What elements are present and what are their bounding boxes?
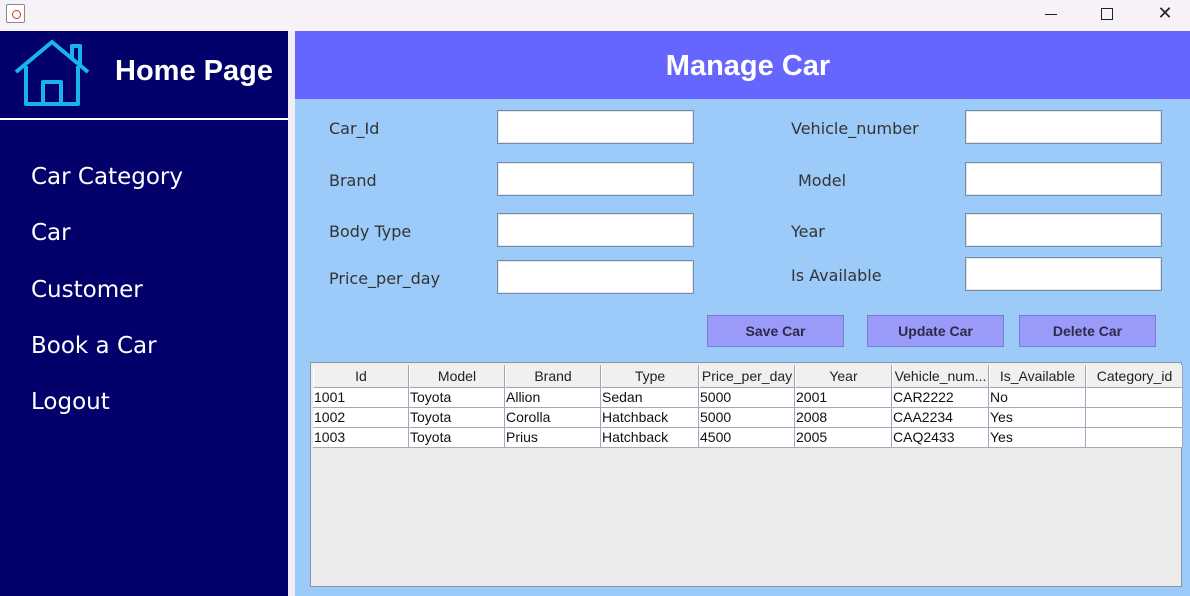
table-cell[interactable]: Toyota bbox=[409, 388, 505, 408]
home-icon[interactable] bbox=[12, 36, 92, 108]
table-row[interactable]: 1002 Toyota Corolla Hatchback 5000 2008 CAA223… bbox=[313, 408, 1183, 428]
table-cell[interactable]: Yes bbox=[989, 428, 1086, 448]
table-cell[interactable]: 2005 bbox=[795, 428, 892, 448]
window-titlebar: ✕ bbox=[0, 0, 1190, 31]
body-type-label: Body Type bbox=[329, 222, 412, 241]
maximize-icon bbox=[1101, 8, 1113, 20]
column-header[interactable]: Year bbox=[795, 365, 892, 388]
table-cell[interactable]: Toyota bbox=[409, 428, 505, 448]
table-cell[interactable]: Yes bbox=[989, 408, 1086, 428]
table-cell[interactable]: 2008 bbox=[795, 408, 892, 428]
table-cell[interactable]: Hatchback bbox=[601, 428, 699, 448]
column-header[interactable]: Category_id bbox=[1086, 365, 1183, 388]
is-available-label: Is Available bbox=[791, 266, 882, 285]
is-available-input[interactable] bbox=[965, 257, 1162, 291]
close-button[interactable]: ✕ bbox=[1142, 0, 1188, 28]
delete-car-button[interactable]: Delete Car bbox=[1019, 315, 1156, 347]
brand-label: Brand bbox=[329, 171, 377, 190]
table-cell[interactable]: 1001 bbox=[313, 388, 409, 408]
sidebar-item-car[interactable]: Car bbox=[31, 220, 71, 246]
car-id-input[interactable] bbox=[497, 110, 694, 144]
column-header[interactable]: Id bbox=[313, 365, 409, 388]
column-header[interactable]: Type bbox=[601, 365, 699, 388]
model-label: Model bbox=[798, 171, 847, 190]
update-car-button[interactable]: Update Car bbox=[867, 315, 1004, 347]
table-cell[interactable]: Corolla bbox=[505, 408, 601, 428]
vehicle-number-label: Vehicle_number bbox=[791, 119, 919, 138]
year-input[interactable] bbox=[965, 213, 1162, 247]
sidebar: Home Page Car Category Car Customer Book… bbox=[0, 31, 288, 596]
minimize-button[interactable] bbox=[1028, 0, 1074, 28]
column-header[interactable]: Is_Available bbox=[989, 365, 1086, 388]
table-row[interactable]: 1001 Toyota Allion Sedan 5000 2001 CAR2222 No bbox=[313, 388, 1183, 408]
table-cell[interactable]: Hatchback bbox=[601, 408, 699, 428]
manage-car-panel: Manage Car Car_Id Vehicle_number Brand M… bbox=[295, 31, 1190, 596]
column-header[interactable]: Model bbox=[409, 365, 505, 388]
sidebar-item-customer[interactable]: Customer bbox=[31, 277, 143, 303]
table-row[interactable]: 1003 Toyota Prius Hatchback 4500 2005 CAQ2433 Y… bbox=[313, 428, 1183, 448]
year-label: Year bbox=[791, 222, 825, 241]
column-header[interactable]: Vehicle_num... bbox=[892, 365, 989, 388]
sidebar-item-car-category[interactable]: Car Category bbox=[31, 164, 183, 190]
table-cell[interactable] bbox=[1086, 428, 1183, 448]
sidebar-title[interactable]: Home Page bbox=[115, 55, 273, 88]
brand-input[interactable] bbox=[497, 162, 694, 196]
save-car-button[interactable]: Save Car bbox=[707, 315, 844, 347]
panel-gap bbox=[288, 31, 295, 596]
column-header[interactable]: Brand bbox=[505, 365, 601, 388]
sidebar-divider bbox=[0, 118, 288, 120]
table-cell[interactable]: 5000 bbox=[699, 388, 795, 408]
vehicle-number-input[interactable] bbox=[965, 110, 1162, 144]
table-cell[interactable]: 4500 bbox=[699, 428, 795, 448]
sidebar-item-logout[interactable]: Logout bbox=[31, 389, 110, 415]
table-cell[interactable]: Toyota bbox=[409, 408, 505, 428]
page-title: Manage Car bbox=[665, 50, 831, 82]
table-cell[interactable]: No bbox=[989, 388, 1086, 408]
price-per-day-input[interactable] bbox=[497, 260, 694, 294]
page-header: Manage Car bbox=[295, 31, 1190, 99]
column-header[interactable]: Price_per_day bbox=[699, 365, 795, 388]
table-cell[interactable]: 1003 bbox=[313, 428, 409, 448]
close-icon: ✕ bbox=[1157, 3, 1173, 24]
body-type-input[interactable] bbox=[497, 213, 694, 247]
table-cell[interactable]: 2001 bbox=[795, 388, 892, 408]
maximize-button[interactable] bbox=[1084, 0, 1130, 28]
sidebar-item-book-a-car[interactable]: Book a Car bbox=[31, 333, 157, 359]
table-cell[interactable]: Prius bbox=[505, 428, 601, 448]
table-cell[interactable]: 5000 bbox=[699, 408, 795, 428]
cars-table[interactable]: Id Model Brand Type Price_per_day Year Vehicle… bbox=[310, 362, 1183, 587]
java-app-icon bbox=[6, 4, 25, 23]
minimize-icon bbox=[1045, 13, 1057, 15]
price-per-day-label: Price_per_day bbox=[329, 269, 441, 288]
table-cell[interactable]: CAR2222 bbox=[892, 388, 989, 408]
table-cell[interactable]: Sedan bbox=[601, 388, 699, 408]
table-cell[interactable] bbox=[1086, 388, 1183, 408]
table-cell[interactable]: CAQ2433 bbox=[892, 428, 989, 448]
car-id-label: Car_Id bbox=[329, 119, 380, 138]
table-cell[interactable]: CAA2234 bbox=[892, 408, 989, 428]
table-body: 1001 Toyota Allion Sedan 5000 2001 CAR2222 No 10… bbox=[313, 388, 1183, 448]
table-header: Id Model Brand Type Price_per_day Year Vehicle… bbox=[313, 365, 1183, 388]
table-cell[interactable]: Allion bbox=[505, 388, 601, 408]
model-input[interactable] bbox=[965, 162, 1162, 196]
table-cell[interactable] bbox=[1086, 408, 1183, 428]
table-cell[interactable]: 1002 bbox=[313, 408, 409, 428]
